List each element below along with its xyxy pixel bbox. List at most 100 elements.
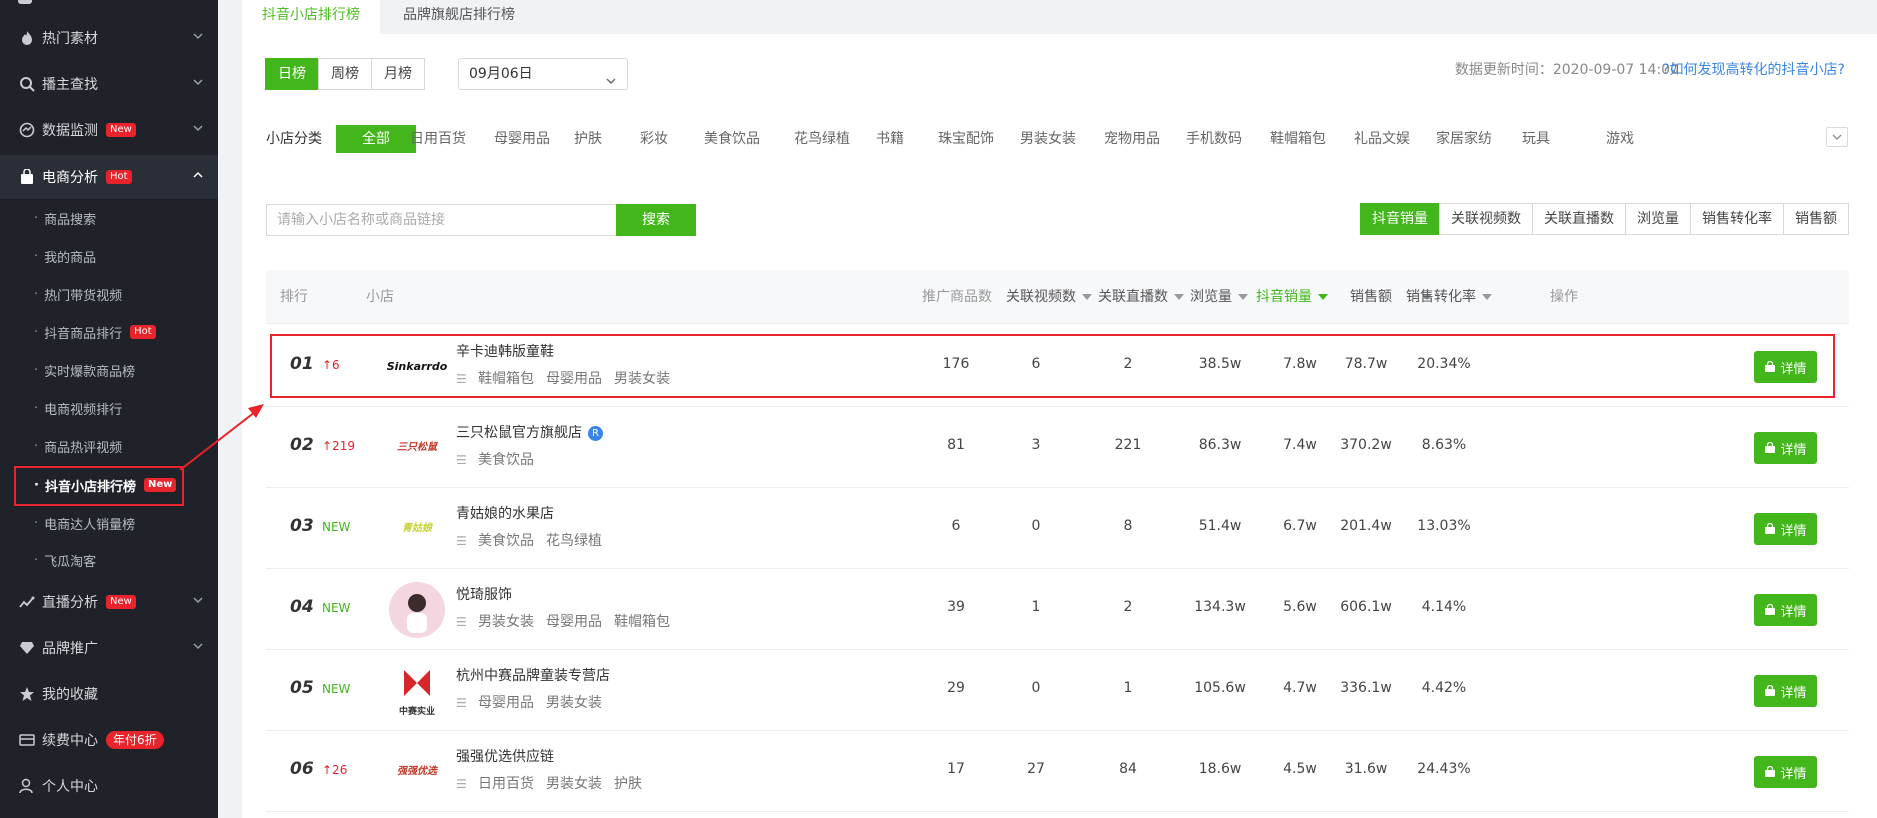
- help-link[interactable]: ?如何发现高转化的抖音小店?: [1662, 60, 1845, 80]
- shop-logo[interactable]: 三只松鼠: [388, 419, 446, 477]
- sort-live-count[interactable]: 关联直播数: [1532, 203, 1626, 235]
- sub-item-realtime-hits[interactable]: · 实时爆款商品榜: [0, 351, 218, 389]
- bag-icon: [1765, 442, 1776, 453]
- sidebar-item-live-analysis[interactable]: 直播分析 New: [0, 580, 218, 624]
- detail-button[interactable]: 详情: [1754, 513, 1817, 545]
- category-1[interactable]: 日用百货: [402, 125, 474, 153]
- cell-conversion: 13.03%: [1417, 518, 1471, 534]
- sort-views[interactable]: 浏览量: [1625, 203, 1691, 235]
- detail-button[interactable]: 详情: [1754, 594, 1817, 626]
- category-10[interactable]: 宠物用品: [1096, 125, 1168, 153]
- header-views[interactable]: 浏览量: [1190, 270, 1248, 324]
- header-lives[interactable]: 关联直播数: [1098, 270, 1184, 324]
- category-14[interactable]: 家居家纺: [1428, 125, 1500, 153]
- header-rank: 排行: [280, 289, 308, 305]
- cell-products: 29: [947, 680, 965, 696]
- table-row[interactable]: 03 NEW 青姑娘 青姑娘的水果店 ☰ 美食饮品 花鸟绿植 6 0 8 51.4w 6.7w 201.…: [266, 488, 1849, 569]
- sidebar-item-anchor-search[interactable]: 播主查找: [0, 62, 218, 106]
- category-11[interactable]: 手机数码: [1178, 125, 1250, 153]
- category-6[interactable]: 花鸟绿植: [786, 125, 858, 153]
- sidebar-item-brand-promotion[interactable]: 品牌推广: [0, 626, 218, 670]
- shop-name[interactable]: 强强优选供应链: [456, 746, 554, 766]
- shop-tags: ☰ 美食饮品 花鸟绿植: [456, 530, 614, 550]
- search-input[interactable]: [266, 204, 616, 236]
- sidebar-item-renewal[interactable]: 续费中心 年付6折: [0, 718, 218, 762]
- tab-shop-ranking[interactable]: 抖音小店排行榜: [242, 0, 380, 34]
- sort-revenue[interactable]: 销售额: [1783, 203, 1849, 235]
- shop-name[interactable]: 杭州中赛品牌童装专营店: [456, 665, 610, 685]
- cell-revenue: 31.6w: [1344, 761, 1388, 777]
- sort-douyin-sales[interactable]: 抖音销量: [1360, 203, 1440, 235]
- shop-name[interactable]: 青姑娘的水果店: [456, 503, 554, 523]
- sub-item-feigua-taoke[interactable]: · 飞瓜淘客: [0, 541, 218, 579]
- bag-icon: [1765, 604, 1776, 615]
- cell-views: 134.3w: [1194, 599, 1246, 615]
- sidebar-item-favorites[interactable]: 我的收藏: [0, 672, 218, 716]
- category-4[interactable]: 彩妆: [628, 125, 680, 153]
- shop-name[interactable]: 三只松鼠官方旗舰店 R: [456, 422, 603, 442]
- cell-sales: 7.8w: [1283, 356, 1317, 372]
- cell-products: 39: [947, 599, 965, 615]
- sub-item-product-search[interactable]: · 商品搜索: [0, 199, 218, 237]
- category-12[interactable]: 鞋帽箱包: [1262, 125, 1334, 153]
- search-button[interactable]: 搜索: [616, 204, 696, 236]
- shop-logo[interactable]: 中赛实业: [388, 662, 446, 720]
- category-16[interactable]: 游戏: [1594, 125, 1646, 153]
- detail-button[interactable]: 详情: [1754, 756, 1817, 788]
- detail-button[interactable]: 详情: [1754, 351, 1817, 383]
- table-row[interactable]: 06 ↑26 强强优选 强强优选供应链 ☰ 日用百货 男装女装 护肤 17 27 84 18.6w 4.…: [266, 731, 1849, 812]
- category-2[interactable]: 母婴用品: [486, 125, 558, 153]
- star-icon: [18, 685, 36, 703]
- header-conversion[interactable]: 销售转化率: [1406, 270, 1492, 324]
- category-13[interactable]: 礼品文娱: [1346, 125, 1418, 153]
- category-9[interactable]: 男装女装: [1012, 125, 1084, 153]
- monitor-icon: [18, 121, 36, 139]
- table-row[interactable]: 04 NEW 悦琦服饰 ☰ 男装女装 母婴用品 鞋帽箱包 39 1 2 134.3w 5.6w 606.…: [266, 569, 1849, 650]
- category-15[interactable]: 玩具: [1510, 125, 1562, 153]
- sub-item-hot-comment-videos[interactable]: · 商品热评视频: [0, 427, 218, 465]
- sidebar-item-hot-material[interactable]: 热门素材: [0, 16, 218, 60]
- table-row[interactable]: 05 NEW 中赛实业 杭州中赛品牌童装专营店 ☰ 母婴用品 男装女装 29 0 1 105.6w 4…: [266, 650, 1849, 731]
- shop-tag: 花鸟绿植: [546, 533, 602, 549]
- sidebar-item-data-monitor[interactable]: 数据监测 New: [0, 108, 218, 152]
- sidebar-item-ecommerce[interactable]: 电商分析 Hot: [0, 155, 218, 199]
- category-8[interactable]: 珠宝配饰: [930, 125, 1002, 153]
- tab-brand-ranking[interactable]: 品牌旗舰店排行榜: [383, 0, 535, 34]
- period-weekly[interactable]: 周榜: [318, 58, 372, 90]
- sub-item-my-products[interactable]: · 我的商品: [0, 237, 218, 275]
- detail-button[interactable]: 详情: [1754, 432, 1817, 464]
- period-monthly[interactable]: 月榜: [371, 58, 425, 90]
- sort-conversion[interactable]: 销售转化率: [1690, 203, 1784, 235]
- detail-button[interactable]: 详情: [1754, 675, 1817, 707]
- category-7[interactable]: 书籍: [864, 125, 916, 153]
- date-select[interactable]: 09月06日: [458, 58, 628, 90]
- sidebar-item-personal-center[interactable]: 个人中心: [0, 764, 218, 808]
- header-videos[interactable]: 关联视频数: [1006, 270, 1092, 324]
- shop-logo[interactable]: [388, 581, 446, 639]
- expand-categories-button[interactable]: [1826, 127, 1848, 147]
- period-daily[interactable]: 日榜: [265, 58, 319, 90]
- search-icon: [18, 75, 36, 93]
- shop-name[interactable]: 辛卡迪韩版童鞋: [456, 341, 554, 361]
- sub-item-hot-videos[interactable]: · 热门带货视频: [0, 275, 218, 313]
- shop-logo[interactable]: 强强优选: [388, 743, 446, 801]
- cell-lives: 2: [1123, 599, 1133, 615]
- sub-item-influencer-sales[interactable]: · 电商达人销量榜: [0, 504, 218, 542]
- shop-logo[interactable]: 青姑娘: [388, 500, 446, 558]
- shop-tag: 男装女装: [546, 776, 602, 792]
- cell-lives: 1: [1123, 680, 1133, 696]
- category-3[interactable]: 护肤: [562, 125, 614, 153]
- list-icon: ☰: [456, 372, 467, 386]
- chevron-down-icon: [192, 30, 206, 44]
- header-sales[interactable]: 抖音销量: [1256, 270, 1328, 324]
- rank-number: 02: [290, 435, 314, 455]
- sub-item-video-ranking[interactable]: · 电商视频排行: [0, 389, 218, 427]
- shop-tag: 男装女装: [478, 614, 534, 630]
- sort-video-count[interactable]: 关联视频数: [1439, 203, 1533, 235]
- shop-logo[interactable]: Sinkarrdo: [387, 338, 448, 396]
- table-row[interactable]: 01 ↑6 Sinkarrdo 辛卡迪韩版童鞋 ☰ 鞋帽箱包 母婴用品 男装女装 176 6 2 38…: [266, 326, 1849, 407]
- shop-name[interactable]: 悦琦服饰: [456, 584, 512, 604]
- table-row[interactable]: 02 ↑219 三只松鼠 三只松鼠官方旗舰店 R ☰ 美食饮品 81 3 221 86.3w 7.4w…: [266, 407, 1849, 488]
- sub-item-product-ranking[interactable]: · 抖音商品排行 Hot: [0, 313, 218, 351]
- category-5[interactable]: 美食饮品: [696, 125, 768, 153]
